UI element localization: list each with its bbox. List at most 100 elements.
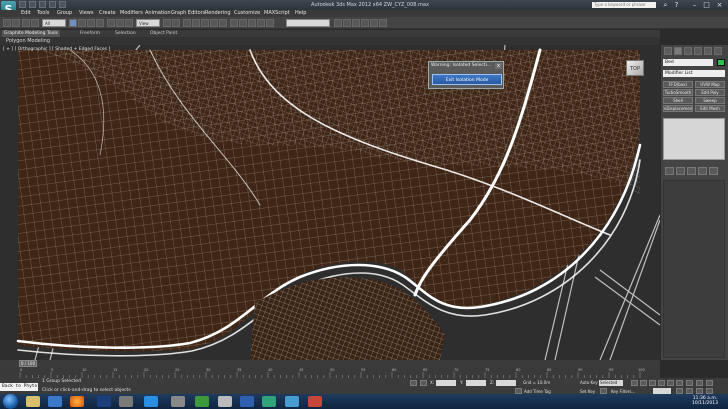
mirror-icon[interactable]: [248, 19, 256, 27]
rendered-frame-icon[interactable]: [370, 19, 378, 27]
hierarchy-tab-icon[interactable]: [684, 47, 692, 55]
zoom-extents-all-icon[interactable]: [706, 380, 713, 386]
app-icon[interactable]: [308, 396, 322, 407]
modifier-button-ffd[interactable]: FFD(box): [663, 81, 693, 88]
app-icon[interactable]: [171, 396, 185, 407]
absolute-mode-icon[interactable]: [420, 380, 427, 386]
zoom-extents-icon[interactable]: [696, 380, 703, 386]
track-bar[interactable]: 0 5 10 15 20 25 30 35 40 45 50 55 60 65 …: [0, 367, 660, 378]
layer-manager-icon[interactable]: [266, 19, 274, 27]
menu-modifiers[interactable]: Modifiers: [120, 10, 143, 17]
mesh-wireframe[interactable]: [0, 45, 660, 360]
percent-snap-icon[interactable]: [210, 19, 218, 27]
modifier-stack[interactable]: [663, 118, 725, 160]
named-selection-icon[interactable]: [239, 19, 247, 27]
tab-object-paint[interactable]: Object Paint: [150, 30, 177, 37]
reference-coord-dropdown[interactable]: View: [136, 19, 160, 27]
start-button-icon[interactable]: [3, 394, 18, 409]
polygon-modeling-panel[interactable]: Polygon Modeling: [6, 37, 50, 45]
skype-icon[interactable]: [144, 396, 158, 407]
edit-named-selection-icon[interactable]: [230, 19, 238, 27]
display-tab-icon[interactable]: [704, 47, 712, 55]
remove-modifier-icon[interactable]: [698, 167, 707, 175]
modifier-button-turbosmooth[interactable]: TurboSmooth: [663, 89, 693, 96]
go-to-start-icon[interactable]: [631, 380, 638, 386]
close-icon[interactable]: x: [495, 63, 502, 69]
maxscript-listener-input[interactable]: Back to Phyto: [0, 383, 38, 391]
select-object-icon[interactable]: [69, 19, 77, 27]
menu-customize[interactable]: Customize: [234, 10, 260, 17]
media-player-icon[interactable]: [119, 396, 133, 407]
utilities-tab-icon[interactable]: [714, 47, 722, 55]
next-frame-icon[interactable]: [658, 380, 665, 386]
rotate-icon[interactable]: [116, 19, 124, 27]
menu-group[interactable]: Group: [57, 10, 72, 17]
menu-animation[interactable]: Animation: [145, 10, 171, 17]
show-end-result-icon[interactable]: [676, 167, 685, 175]
rect-selection-icon[interactable]: [87, 19, 95, 27]
modifier-button-sweep[interactable]: Sweep: [695, 97, 725, 104]
pin-stack-icon[interactable]: [665, 167, 674, 175]
open-file-icon[interactable]: [29, 1, 36, 8]
undo-toolbar-icon[interactable]: [3, 19, 11, 27]
select-by-name-icon[interactable]: [78, 19, 86, 27]
tab-selection[interactable]: Selection: [115, 30, 136, 37]
viewport-label[interactable]: [ + ] [ Orthographic ] [ Shaded + Edged …: [3, 47, 110, 52]
menu-views[interactable]: Views: [79, 10, 93, 17]
clock[interactable]: 11:36 a.m. 10/11/2013: [692, 396, 718, 406]
align-icon[interactable]: [257, 19, 265, 27]
modify-tab-icon[interactable]: [674, 47, 682, 55]
configure-sets-icon[interactable]: [709, 167, 718, 175]
z-coord-field[interactable]: [496, 380, 516, 386]
perspective-viewport[interactable]: [ + ] [ Orthographic ] [ Shaded + Edged …: [0, 45, 660, 360]
y-coord-field[interactable]: [466, 380, 486, 386]
explorer-icon[interactable]: [26, 396, 40, 407]
object-color-swatch[interactable]: [717, 59, 725, 66]
tab-graphite-modeling[interactable]: Graphite Modeling Tools: [2, 30, 60, 37]
tab-freeform[interactable]: Freeform: [80, 30, 100, 37]
pivot-center-icon[interactable]: [163, 19, 171, 27]
menu-edit[interactable]: Edit: [21, 10, 31, 17]
modifier-list-dropdown[interactable]: Modifier List: [663, 70, 725, 77]
maximize-icon[interactable]: □: [702, 1, 711, 9]
render-production-icon[interactable]: [379, 19, 387, 27]
menu-rendering[interactable]: Rendering: [205, 10, 231, 17]
time-slider-thumb[interactable]: 0 / 100: [19, 360, 37, 367]
search-icon[interactable]: ⌕: [661, 1, 670, 9]
new-file-icon[interactable]: [19, 1, 26, 8]
x-coord-field[interactable]: [436, 380, 456, 386]
angle-snap-icon[interactable]: [201, 19, 209, 27]
app-icon[interactable]: [195, 396, 209, 407]
menu-tools[interactable]: Tools: [37, 10, 49, 17]
create-tab-icon[interactable]: [664, 47, 672, 55]
render-setup-icon[interactable]: [361, 19, 369, 27]
spinner-snap-icon[interactable]: [219, 19, 227, 27]
menu-graph-editors[interactable]: Graph Editors: [171, 10, 205, 17]
keyboard-shortcut-icon[interactable]: [183, 19, 191, 27]
lock-selection-icon[interactable]: [410, 380, 417, 386]
minimize-icon[interactable]: –: [690, 1, 699, 9]
play-icon[interactable]: [649, 380, 656, 386]
selection-filter-dropdown[interactable]: All: [42, 19, 66, 27]
app-icon[interactable]: [218, 396, 232, 407]
key-mode-dropdown[interactable]: Selected: [599, 380, 623, 386]
named-selection-sets-dropdown[interactable]: [286, 19, 330, 27]
close-window-icon[interactable]: ×: [715, 1, 724, 9]
help-icon[interactable]: ?: [672, 1, 681, 9]
auto-key-label[interactable]: Auto Key: [580, 380, 598, 385]
viewcube-icon[interactable]: TOP: [626, 60, 644, 76]
motion-tab-icon[interactable]: [694, 47, 702, 55]
parameters-rollout[interactable]: [663, 180, 725, 358]
window-crossing-icon[interactable]: [96, 19, 104, 27]
redo-toolbar-icon[interactable]: [12, 19, 20, 27]
time-slider[interactable]: 0 / 100: [0, 360, 660, 367]
menu-help[interactable]: Help: [295, 10, 306, 17]
make-unique-icon[interactable]: [687, 167, 696, 175]
go-to-end-icon[interactable]: [667, 380, 674, 386]
previous-frame-icon[interactable]: [640, 380, 647, 386]
schematic-view-icon[interactable]: [343, 19, 351, 27]
undo-icon[interactable]: [49, 1, 56, 8]
word-icon[interactable]: [48, 396, 62, 407]
move-icon[interactable]: [107, 19, 115, 27]
select-link-icon[interactable]: [22, 19, 30, 27]
